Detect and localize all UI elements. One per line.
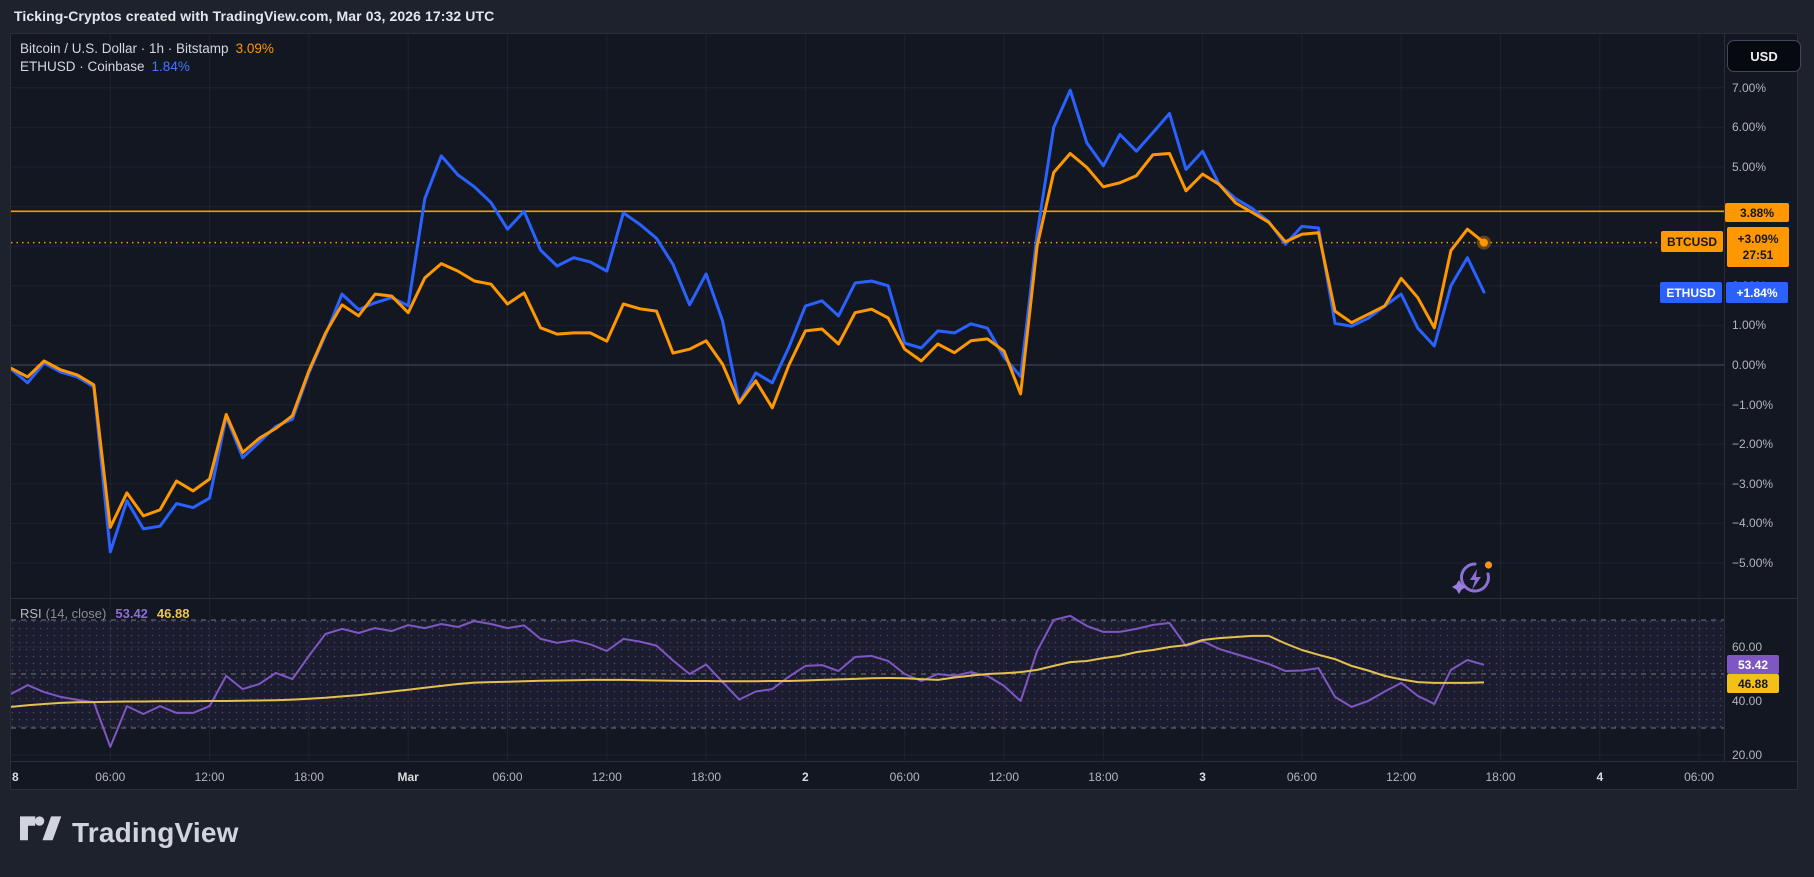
rsi-axis-tick: 60.00 (1732, 640, 1802, 654)
snapshot-title: Ticking-Cryptos created with TradingView… (14, 8, 494, 24)
rsi-value-axis-label: 53.42 (1727, 655, 1779, 674)
rsi-ma-value-label: 46.88 (157, 606, 190, 621)
time-axis-tick: 2 (802, 770, 809, 784)
btcusd-series-tag[interactable]: BTCUSD (1661, 231, 1723, 252)
price-axis-tick: −1.00% (1732, 398, 1802, 412)
time-axis-tick-clipped: 8 (12, 770, 19, 784)
legend-row-btc[interactable]: Bitcoin / U.S. Dollar · 1h · Bitstamp 3.0… (20, 40, 274, 58)
rsi-axis-tick: 40.00 (1732, 694, 1802, 708)
time-axis-tick: 12:00 (195, 770, 225, 784)
rsi-value-label: 53.42 (115, 606, 148, 621)
currency-toggle-button[interactable]: USD (1727, 40, 1801, 72)
time-axis-tick: 12:00 (989, 770, 1019, 784)
rsi-name-label: RSI (20, 606, 42, 621)
main-price-pane[interactable] (11, 34, 1799, 598)
price-axis-tick: −2.00% (1732, 437, 1802, 451)
legend-row-eth[interactable]: ETHUSD · Coinbase 1.84% (20, 58, 274, 76)
btc-line (11, 154, 1484, 528)
price-axis-tick: −4.00% (1732, 516, 1802, 530)
rsi-legend[interactable]: RSI (14, close) 53.42 46.88 (20, 606, 189, 621)
ethusd-series-tag[interactable]: ETHUSD (1660, 282, 1722, 303)
chart-card: 7.00%6.00%5.00%2.00%1.00%0.00%−1.00%−2.0… (10, 33, 1798, 790)
btc-change-label: 3.09% (236, 41, 274, 56)
time-axis-tick: 18:00 (691, 770, 721, 784)
time-axis-tick: 06:00 (1287, 770, 1317, 784)
time-axis-tick: 18:00 (294, 770, 324, 784)
time-axis-tick: 06:00 (890, 770, 920, 784)
time-axis-separator (11, 761, 1799, 762)
level-line-price-label[interactable]: 3.88% (1725, 203, 1789, 222)
eth-change-label: 1.84% (152, 59, 190, 74)
time-axis-tick: 06:00 (492, 770, 522, 784)
tradingview-logo-text: TradingView (72, 817, 239, 849)
time-axis-tick: 06:00 (1684, 770, 1714, 784)
rsi-params-label: (14, close) (46, 606, 107, 621)
time-axis-tick: 18:00 (1088, 770, 1118, 784)
rsi-ma-axis-label: 46.88 (1727, 674, 1779, 693)
time-axis-tick: 3 (1199, 770, 1206, 784)
snapshot-sparkle-icon (1452, 561, 1492, 594)
price-axis-separator (1724, 34, 1725, 761)
btcusd-price-label[interactable]: +3.09% 27:51 (1727, 227, 1789, 267)
btc-symbol-label: Bitcoin / U.S. Dollar · 1h · Bitstamp (20, 41, 229, 56)
price-axis-tick: 5.00% (1732, 160, 1802, 174)
tradingview-snapshot: { "header": { "title": "Ticking-Cryptos … (0, 0, 1814, 877)
btc-last-point-dot (1480, 239, 1488, 247)
eth-line (11, 90, 1484, 552)
tradingview-brand[interactable]: TradingView (20, 814, 239, 852)
ethusd-price-label[interactable]: +1.84% (1726, 282, 1788, 303)
time-axis-tick: Mar (398, 770, 419, 784)
price-axis-tick: −3.00% (1732, 477, 1802, 491)
btcusd-bar-countdown: 27:51 (1743, 247, 1774, 263)
tradingview-logo-icon (20, 814, 62, 852)
price-axis-tick: 0.00% (1732, 358, 1802, 372)
time-axis-tick: 18:00 (1485, 770, 1515, 784)
price-axis-tick: 1.00% (1732, 318, 1802, 332)
main-legend: Bitcoin / U.S. Dollar · 1h · Bitstamp 3.0… (20, 40, 274, 76)
eth-symbol-label: ETHUSD · Coinbase (20, 59, 145, 74)
rsi-pane[interactable] (11, 599, 1799, 761)
price-axis-tick: 6.00% (1732, 120, 1802, 134)
btcusd-change-value: +3.09% (1737, 231, 1778, 247)
time-axis-tick: 4 (1596, 770, 1603, 784)
price-axis-tick: 7.00% (1732, 81, 1802, 95)
rsi-axis-tick: 20.00 (1732, 748, 1802, 762)
time-axis-tick: 12:00 (1386, 770, 1416, 784)
time-axis-tick: 06:00 (95, 770, 125, 784)
time-axis-tick: 12:00 (592, 770, 622, 784)
price-axis-tick: −5.00% (1732, 556, 1802, 570)
